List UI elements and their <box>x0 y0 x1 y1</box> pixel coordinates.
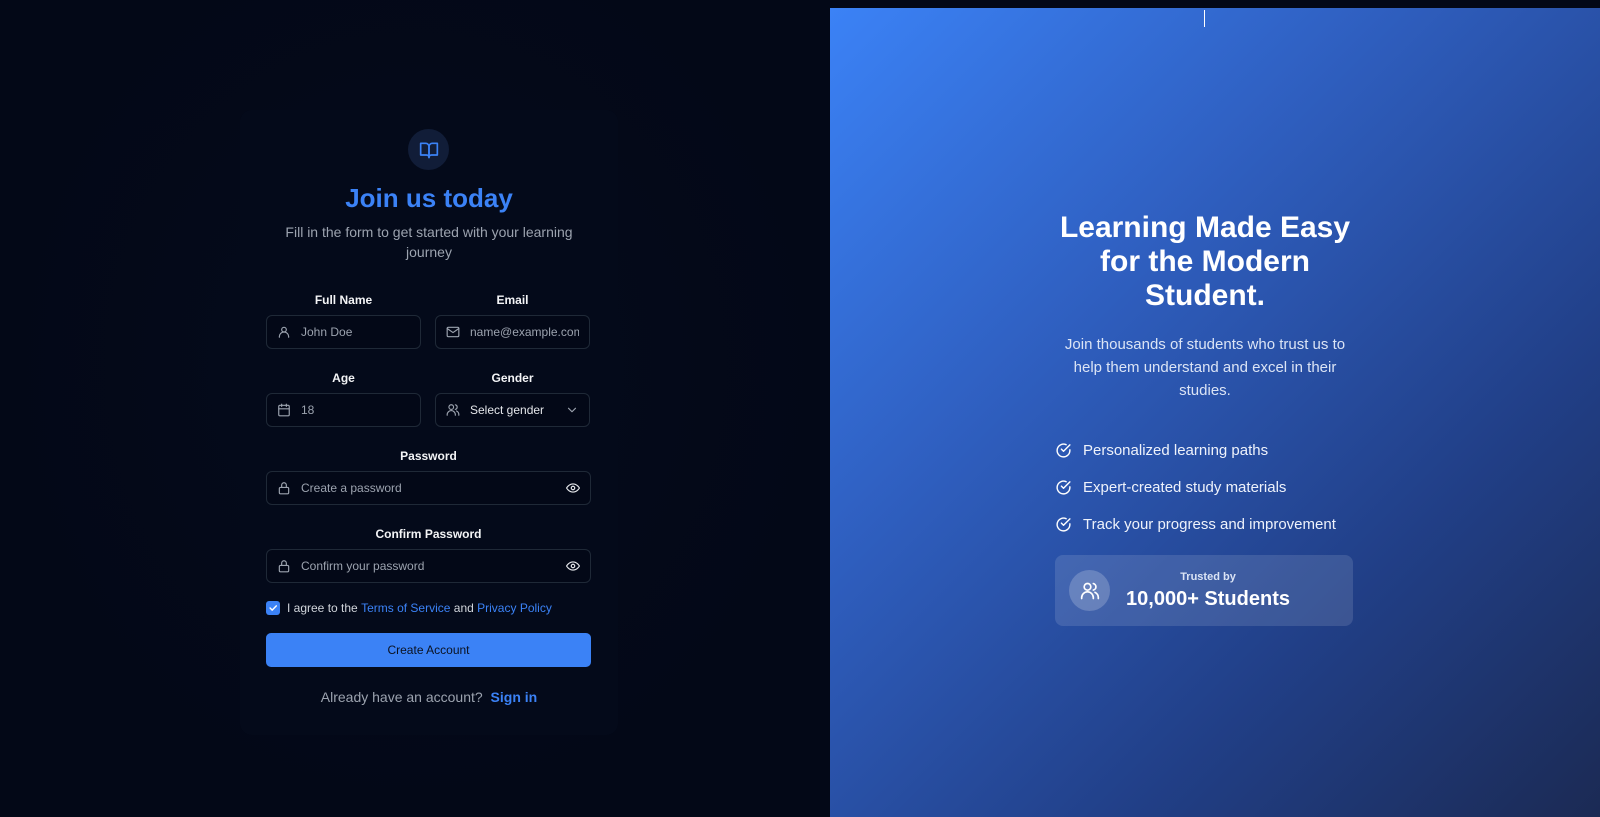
password-placeholder: Create a password <box>301 481 402 495</box>
full-name-label: Full Name <box>314 293 373 307</box>
lock-icon <box>277 481 291 495</box>
feature-item: Personalized learning paths <box>1055 432 1336 469</box>
signin-link[interactable]: Sign in <box>491 689 538 705</box>
feature-label: Track your progress and improvement <box>1083 516 1336 533</box>
terms-agreement: I agree to the Terms of Service and Priv… <box>266 601 552 615</box>
agreement-prefix: I agree to the <box>287 601 358 615</box>
privacy-policy-link[interactable]: Privacy Policy <box>477 601 552 615</box>
hero-pane <box>830 8 1600 817</box>
feature-list: Personalized learning paths Expert-creat… <box>1055 432 1336 543</box>
hero-subtitle: Join thousands of students who trust us … <box>1064 336 1346 399</box>
password-input[interactable]: Create a password <box>266 471 591 505</box>
users-icon <box>446 403 460 417</box>
confirm-password-label: Confirm Password <box>375 527 482 541</box>
trust-value: 10,000+ Students <box>1126 588 1290 610</box>
feature-label: Expert-created study materials <box>1083 479 1287 496</box>
agreement-conjunction: and <box>453 601 474 615</box>
full-name-placeholder: John Doe <box>301 325 353 339</box>
hero-title: Learning Made Easy for the Modern Studen… <box>1059 211 1351 312</box>
chevron-down-icon <box>565 403 579 417</box>
page-title: Join us today <box>345 183 513 213</box>
mail-icon <box>446 325 460 339</box>
users-icon <box>1069 570 1110 611</box>
calendar-icon <box>277 403 291 417</box>
age-placeholder: 18 <box>301 403 315 417</box>
lock-icon <box>277 559 291 573</box>
check-circle-icon <box>1055 442 1072 459</box>
signin-row: Already have an account? Sign in <box>240 689 618 705</box>
trust-label: Trusted by <box>1180 571 1236 583</box>
email-label: Email <box>496 293 529 307</box>
age-input[interactable]: 18 <box>266 393 421 427</box>
full-name-input[interactable]: John Doe <box>266 315 421 349</box>
trust-card: Trusted by 10,000+ Students <box>1055 555 1353 626</box>
email-input[interactable]: name@example.com <box>435 315 590 349</box>
terms-of-service-link[interactable]: Terms of Service <box>361 601 450 615</box>
feature-label: Personalized learning paths <box>1083 442 1269 459</box>
check-circle-icon <box>1055 479 1072 496</box>
password-label: Password <box>400 449 457 463</box>
eye-icon[interactable] <box>566 481 580 495</box>
email-placeholder: name@example.com <box>470 325 579 339</box>
text-cursor <box>1204 10 1205 27</box>
gender-select[interactable]: Select gender <box>435 393 590 427</box>
terms-checkbox[interactable] <box>266 601 280 615</box>
feature-item: Expert-created study materials <box>1055 469 1336 506</box>
page-subtitle: Fill in the form to get started with you… <box>285 224 573 260</box>
check-circle-icon <box>1055 516 1072 533</box>
user-icon <box>277 325 291 339</box>
create-account-button[interactable]: Create Account <box>266 633 591 667</box>
gender-label: Gender <box>491 371 534 385</box>
book-icon <box>408 129 449 170</box>
eye-icon[interactable] <box>566 559 580 573</box>
confirm-password-placeholder: Confirm your password <box>301 559 425 573</box>
confirm-password-input[interactable]: Confirm your password <box>266 549 591 583</box>
age-label: Age <box>332 371 355 385</box>
gender-selected-value: Select gender <box>470 403 545 417</box>
feature-item: Track your progress and improvement <box>1055 506 1336 543</box>
signin-prompt: Already have an account? <box>320 689 483 705</box>
